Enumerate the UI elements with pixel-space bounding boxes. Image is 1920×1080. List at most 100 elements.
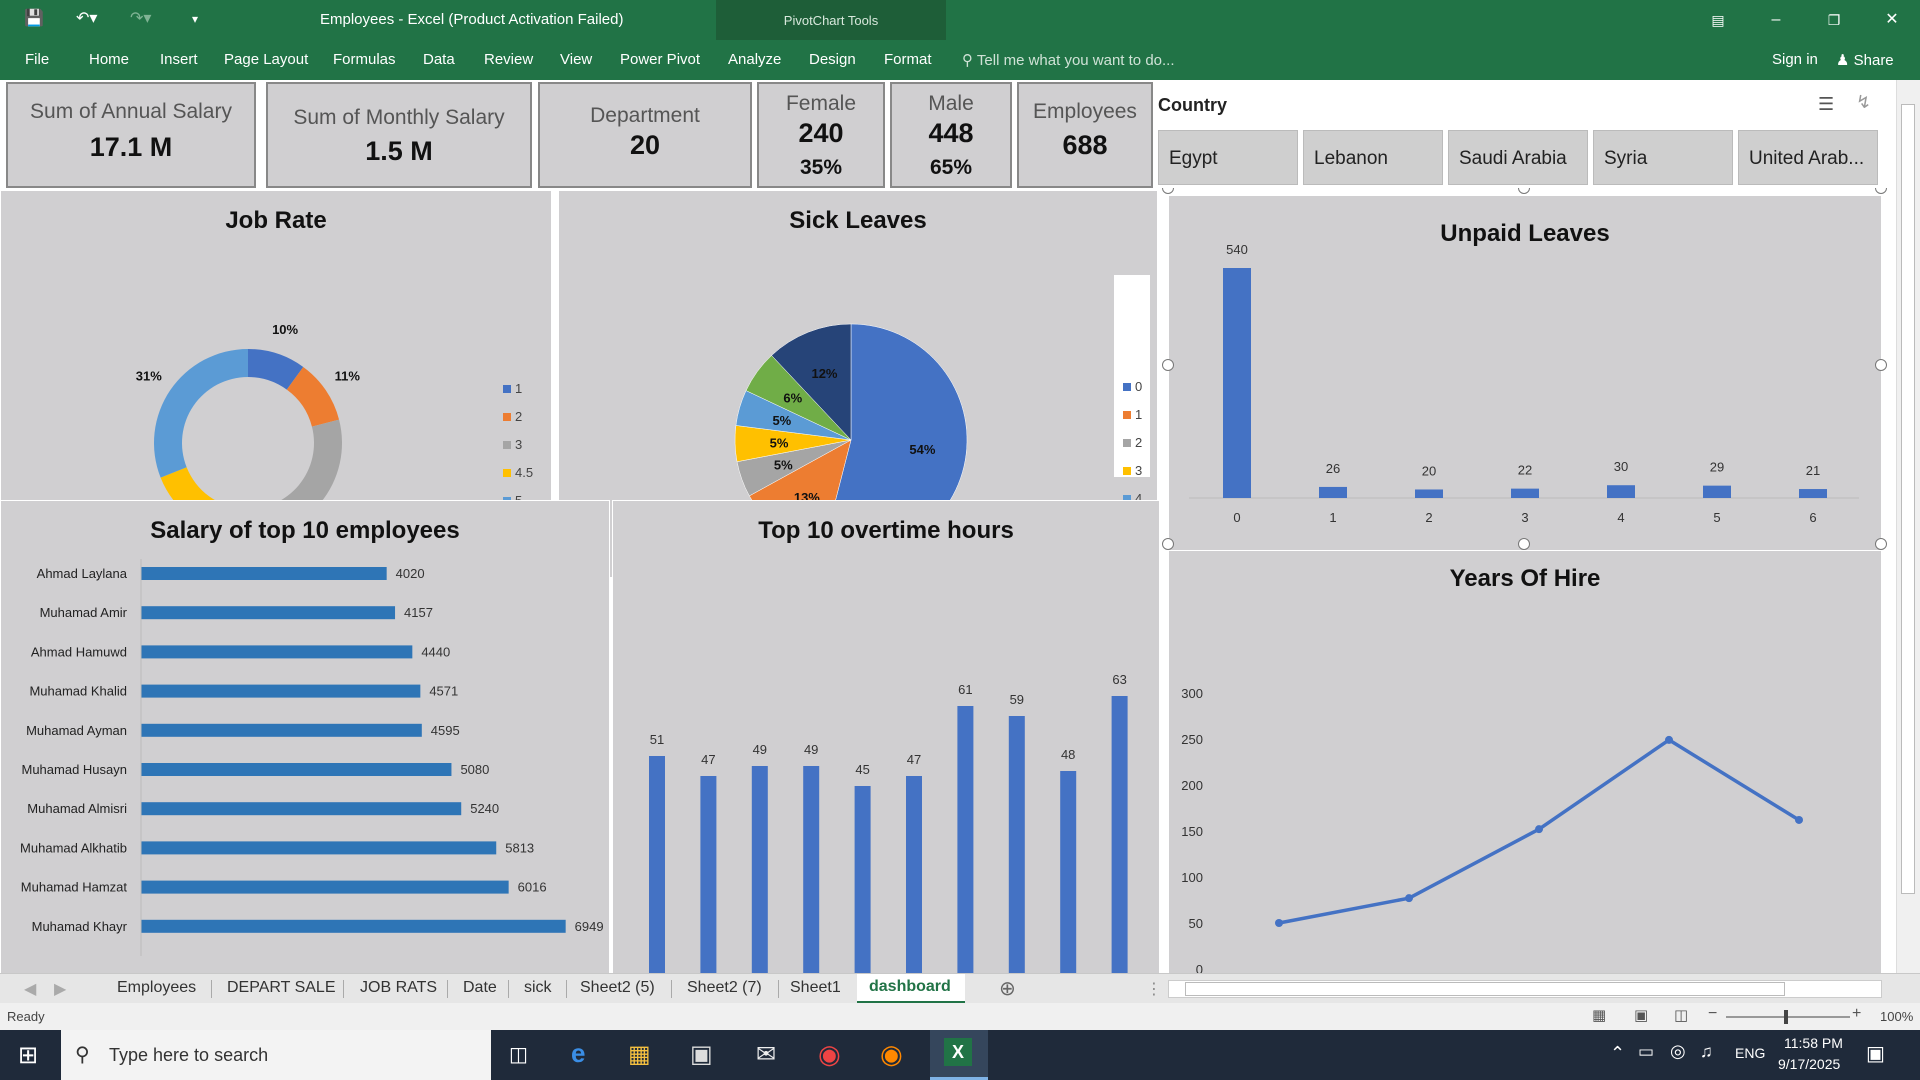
save-icon[interactable]: 💾 [24,8,44,28]
restore-button[interactable]: ❐ [1811,6,1857,34]
overtime-panel[interactable]: Top 10 overtime hours 510471492493454476… [612,500,1160,1050]
slicer-item-uae[interactable]: United Arab... [1738,130,1878,185]
page-layout-view-icon[interactable]: ▣ [1634,1006,1648,1024]
resize-handle[interactable] [1162,359,1174,371]
new-sheet-icon[interactable]: ⊕ [999,976,1016,1001]
firefox-icon[interactable]: ◉ [880,1039,903,1070]
zoom-level[interactable]: 100% [1880,1009,1913,1024]
ribbon-display-icon[interactable]: ▤ [1695,6,1741,34]
sheet-tab-job-rats[interactable]: JOB RATS [360,979,437,997]
tab-format[interactable]: Format [884,51,932,68]
task-view-icon[interactable]: ◫ [509,1042,528,1067]
sheet-tab-dashboard[interactable]: dashboard [857,974,965,1004]
sheet-tab-depart-sale[interactable]: DEPART SALE [227,979,336,997]
female-label: Female [785,92,857,115]
tab-data[interactable]: Data [423,51,455,68]
zoom-slider[interactable] [1726,1010,1850,1024]
clear-filter-icon[interactable]: ↯ [1856,92,1871,113]
excel-taskbar-button[interactable]: X [930,1030,988,1080]
show-hidden-icons[interactable]: ⌃ [1610,1043,1625,1064]
mail-icon[interactable]: ✉ [756,1040,776,1069]
bar-value-label: 4571 [429,684,458,699]
next-sheet-icon[interactable]: ▶ [54,979,66,999]
sign-in-link[interactable]: Sign in [1772,51,1818,68]
clock-time[interactable]: 11:58 PM [1784,1035,1843,1051]
battery-icon[interactable]: ▭ [1638,1042,1654,1062]
sheet-tab-sheet2-7[interactable]: Sheet2 (7) [687,979,762,997]
tab-review[interactable]: Review [484,51,533,68]
slice-label: 31% [136,369,162,384]
prev-sheet-icon[interactable]: ◀ [24,979,36,999]
sheet-tab-date[interactable]: Date [463,979,497,997]
tab-view[interactable]: View [560,51,592,68]
zoom-in-button[interactable]: + [1852,1005,1861,1023]
bar-category-label: Muhamad Khayr [32,919,128,934]
tab-page-layout[interactable]: Page Layout [224,51,308,68]
slicer-item-lebanon[interactable]: Lebanon [1303,130,1443,185]
slicer-item-syria[interactable]: Syria [1593,130,1733,185]
years-of-hire-panel[interactable]: Years Of Hire 05010015020025030020162017… [1168,550,1882,1045]
multi-select-icon[interactable]: ☰ [1818,94,1834,115]
close-button[interactable]: ✕ [1869,6,1915,34]
network-icon[interactable]: ◎ [1670,1041,1686,1062]
tab-design[interactable]: Design [809,51,856,68]
resize-handle[interactable] [1875,359,1887,371]
tab-file[interactable]: File [25,51,49,68]
sheet-tab-sick[interactable]: sick [524,979,552,997]
legend-swatch [503,413,511,421]
bar-value-label: 4595 [431,723,460,738]
sheet-tab-sheet1[interactable]: Sheet1 [790,979,841,997]
customize-qat-icon[interactable]: ▾ [192,12,198,26]
slicer-item-egypt[interactable]: Egypt [1158,130,1298,185]
slicer-item-saudi-arabia[interactable]: Saudi Arabia [1448,130,1588,185]
store-icon[interactable]: ▣ [690,1040,713,1069]
normal-view-icon[interactable]: ▦ [1592,1006,1606,1024]
tab-home[interactable]: Home [89,51,129,68]
undo-icon[interactable]: ↶▾ [76,8,97,28]
tab-formulas[interactable]: Formulas [333,51,396,68]
bar-value-label: 45 [855,762,869,777]
tell-me-box[interactable]: ⚲ Tell me what you want to do... [962,51,1175,69]
status-ready: Ready [7,1009,45,1024]
legend-swatch [1123,439,1131,447]
clock-date[interactable]: 9/17/2025 [1778,1056,1840,1072]
volume-icon[interactable]: ♫ [1700,1042,1713,1062]
resize-handle[interactable] [1875,538,1887,550]
split-handle-icon[interactable]: ⋮ [1146,979,1162,999]
legend-label: 2 [515,409,522,424]
bar-value-label: 22 [1518,463,1532,478]
country-slicer: Country ☰ ↯ Egypt Lebanon Saudi Arabia S… [1158,80,1888,188]
language-indicator[interactable]: ENG [1735,1045,1765,1061]
bar [1799,489,1827,498]
resize-handle[interactable] [1162,538,1174,550]
vertical-scrollbar[interactable] [1896,80,1920,973]
chrome-icon[interactable]: ◉ [818,1039,841,1070]
slice-label: 54% [909,442,935,457]
sheet-tab-sheet2-5[interactable]: Sheet2 (5) [580,979,655,997]
salary-top10-panel[interactable]: Salary of top 10 employees Ahmad Laylana… [0,500,610,1050]
notifications-icon[interactable]: ▣ [1866,1041,1885,1066]
sheet-tab-bar: ◀ ▶ Employees DEPART SALE JOB RATS Date … [0,973,1920,1004]
bar [141,606,396,620]
female-value: 240 [798,118,844,148]
tab-insert[interactable]: Insert [160,51,198,68]
tab-power-pivot[interactable]: Power Pivot [620,51,700,68]
redo-icon[interactable]: ↷▾ [130,8,151,28]
tab-analyze[interactable]: Analyze [728,51,781,68]
h-scroll-thumb[interactable] [1185,982,1785,996]
windows-start-icon[interactable]: ⊞ [18,1041,38,1070]
zoom-slider-thumb[interactable] [1784,1010,1788,1024]
share-button[interactable]: ♟ Share [1836,51,1894,69]
bar-category-label: Ahmad Laylana [37,566,128,581]
taskbar-search[interactable]: ⚲ Type here to search [61,1030,491,1080]
zoom-out-button[interactable]: − [1708,1005,1717,1023]
minimize-button[interactable]: – [1753,6,1799,34]
resize-handle[interactable] [1518,538,1530,550]
sheet-tab-employees[interactable]: Employees [117,979,196,997]
page-break-view-icon[interactable]: ◫ [1674,1006,1688,1024]
horizontal-scrollbar[interactable] [1168,980,1882,998]
bar [1319,486,1347,498]
file-explorer-icon[interactable]: ▦ [628,1040,651,1069]
scroll-thumb[interactable] [1901,104,1915,894]
edge-icon[interactable]: e [571,1038,585,1069]
